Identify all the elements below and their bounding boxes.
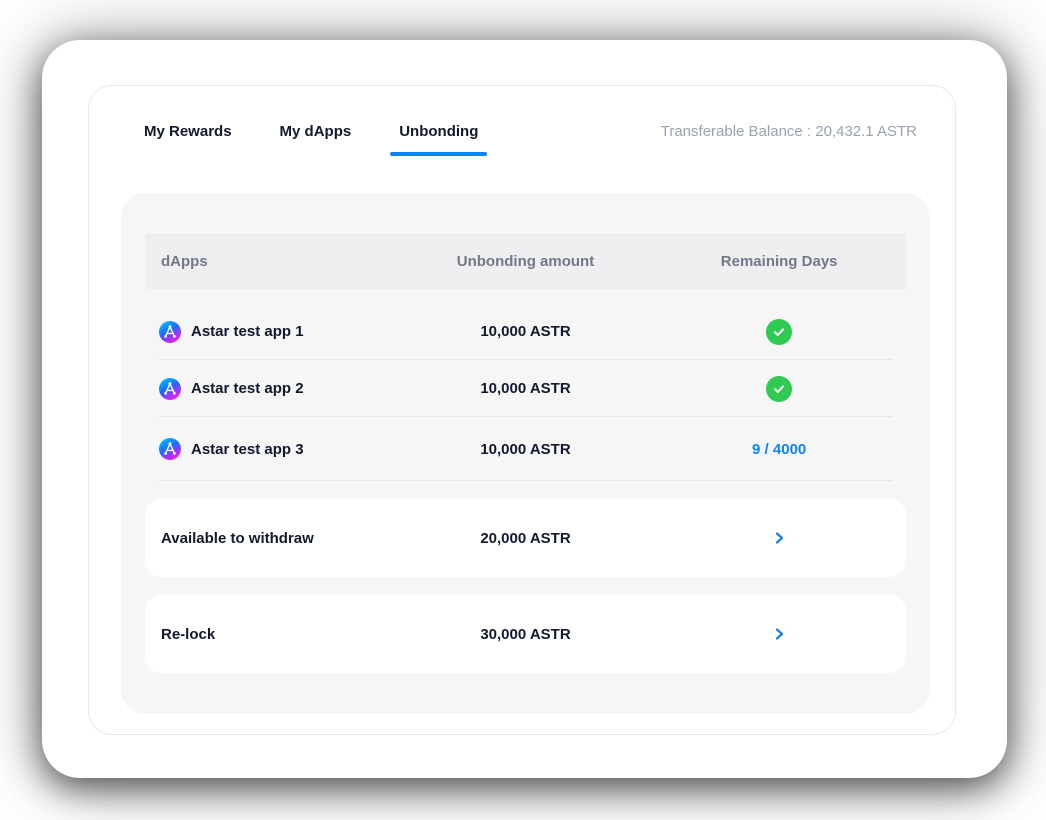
astar-logo-icon: [159, 321, 181, 343]
dapp-cell: Astar test app 2: [145, 378, 399, 400]
dapp-cell: Astar test app 3: [145, 438, 399, 460]
action-amount: 20,000 ASTR: [399, 530, 653, 547]
page: My Rewards My dApps Unbonding Transferab…: [0, 0, 1046, 820]
tab-bar: My Rewards My dApps Unbonding: [144, 122, 478, 142]
check-circle-icon: [766, 376, 792, 402]
action-amount: 30,000 ASTR: [399, 626, 653, 643]
check-circle-icon: [766, 319, 792, 345]
unbonding-panel: dApps Unbonding amount Remaining Days As…: [121, 193, 930, 714]
unbonding-amount: 10,000 ASTR: [399, 441, 653, 458]
unbonding-amount: 10,000 ASTR: [399, 323, 653, 340]
transferable-balance: Transferable Balance : 20,432.1 ASTR: [661, 122, 917, 142]
tab-my-rewards[interactable]: My Rewards: [144, 122, 232, 142]
dapp-name: Astar test app 3: [191, 441, 304, 458]
re-lock-card[interactable]: Re-lock 30,000 ASTR: [145, 595, 906, 673]
status-cell: [652, 376, 906, 402]
astar-logo-icon: [159, 438, 181, 460]
chevron-right-icon[interactable]: [652, 531, 906, 545]
status-cell: 9 / 4000: [652, 441, 906, 458]
table-header: dApps Unbonding amount Remaining Days: [145, 233, 906, 289]
tab-my-dapps[interactable]: My dApps: [280, 122, 352, 142]
chevron-right-icon[interactable]: [652, 627, 906, 641]
table-row: Astar test app 2 10,000 ASTR: [145, 360, 906, 417]
status-cell: [652, 319, 906, 345]
header-unbonding-amount: Unbonding amount: [399, 253, 653, 270]
header-dapps: dApps: [145, 253, 399, 270]
tab-unbonding[interactable]: Unbonding: [399, 122, 478, 142]
astar-logo-icon: [159, 378, 181, 400]
action-label: Re-lock: [145, 626, 399, 643]
action-label: Available to withdraw: [145, 530, 399, 547]
dapp-cell: Astar test app 1: [145, 321, 399, 343]
remaining-days-progress: 9 / 4000: [752, 441, 806, 458]
dapp-name: Astar test app 1: [191, 323, 304, 340]
table-row: Astar test app 1 10,000 ASTR: [145, 303, 906, 360]
unbonding-amount: 10,000 ASTR: [399, 380, 653, 397]
table-row: Astar test app 3 10,000 ASTR 9 / 4000: [145, 417, 906, 481]
available-to-withdraw-card[interactable]: Available to withdraw 20,000 ASTR: [145, 499, 906, 577]
app-window: My Rewards My dApps Unbonding Transferab…: [42, 40, 1007, 778]
dapp-name: Astar test app 2: [191, 380, 304, 397]
staking-card: My Rewards My dApps Unbonding Transferab…: [88, 85, 956, 735]
tabs-row: My Rewards My dApps Unbonding Transferab…: [89, 86, 955, 142]
table-body: Astar test app 1 10,000 ASTR: [145, 289, 906, 481]
header-remaining-days: Remaining Days: [652, 253, 906, 270]
